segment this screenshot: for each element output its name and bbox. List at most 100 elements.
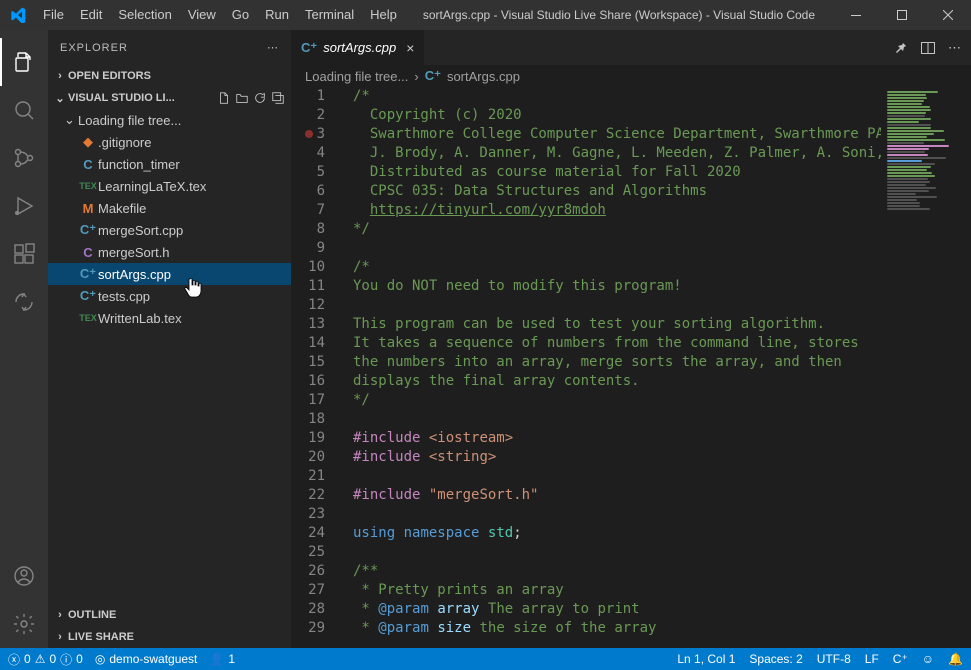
editor-area: C⁺ sortArgs.cpp × ⋯ Loading file tree...… (291, 30, 971, 648)
settings-icon[interactable] (0, 600, 48, 648)
file-sortargs-cpp[interactable]: C⁺sortArgs.cpp (48, 263, 291, 285)
breadcrumb-root[interactable]: Loading file tree... (305, 69, 408, 84)
chevron-down-icon: ⌄ (52, 92, 68, 105)
window-title: sortArgs.cpp - Visual Studio Live Share … (405, 8, 833, 22)
tex-file-icon: TEX (78, 181, 98, 191)
cursor-position[interactable]: Ln 1, Col 1 (677, 652, 735, 666)
explorer-icon[interactable] (0, 38, 48, 86)
warning-icon: ⚠ (35, 652, 46, 666)
tab-sortargs[interactable]: C⁺ sortArgs.cpp × (291, 30, 425, 65)
cpp-file-icon: C⁺ (301, 40, 317, 56)
cpp-file-icon: C⁺ (78, 288, 98, 304)
file-label: mergeSort.h (98, 245, 170, 260)
broadcast-icon: ◎ (95, 652, 105, 666)
error-icon: ⓧ (8, 651, 20, 668)
window-controls (833, 0, 971, 30)
problems-status[interactable]: ⓧ0 ⚠0 ⓘ0 (8, 651, 83, 668)
c-file-icon: C (78, 157, 98, 172)
minimap[interactable] (881, 87, 971, 648)
close-tab-icon[interactable]: × (406, 40, 414, 56)
menu-terminal[interactable]: Terminal (297, 0, 362, 30)
status-bar: ⓧ0 ⚠0 ⓘ0 ◎ demo-swatguest 👤 1 Ln 1, Col … (0, 648, 971, 670)
menu-help[interactable]: Help (362, 0, 405, 30)
file-label: .gitignore (98, 135, 151, 150)
open-editors-section[interactable]: › OPEN EDITORS (48, 65, 291, 87)
menu-run[interactable]: Run (257, 0, 297, 30)
menu-view[interactable]: View (180, 0, 224, 30)
cpp-file-icon: C⁺ (78, 266, 98, 282)
source-control-icon[interactable] (0, 134, 48, 182)
menu-selection[interactable]: Selection (110, 0, 179, 30)
main-area: EXPLORER ⋯ › OPEN EDITORS ⌄ VISUAL STUDI… (0, 30, 971, 648)
file-label: tests.cpp (98, 289, 150, 304)
participants-status[interactable]: 👤 1 (209, 652, 235, 666)
file-label: Makefile (98, 201, 146, 216)
encoding-status[interactable]: UTF-8 (817, 652, 851, 666)
ch-file-icon: C (78, 245, 98, 260)
explorer-header: EXPLORER ⋯ (48, 30, 291, 65)
file-writtenlab-tex[interactable]: TEXWrittenLab.tex (48, 307, 291, 329)
line-gutter[interactable]: 1234567891011121314151617181920212223242… (291, 87, 339, 648)
run-debug-icon[interactable] (0, 182, 48, 230)
new-folder-icon[interactable] (235, 91, 249, 105)
live-share-section[interactable]: › LIVE SHARE (48, 626, 291, 648)
m-file-icon: M (78, 201, 98, 216)
breadcrumb[interactable]: Loading file tree... › C⁺ sortArgs.cpp (291, 65, 971, 87)
live-share-label: LIVE SHARE (68, 631, 134, 643)
vscode-logo (0, 7, 35, 23)
file-label: function_timer (98, 157, 180, 172)
file-tests-cpp[interactable]: C⁺tests.cpp (48, 285, 291, 307)
menu-edit[interactable]: Edit (72, 0, 110, 30)
file-label: WrittenLab.tex (98, 311, 182, 326)
breadcrumb-file[interactable]: sortArgs.cpp (447, 69, 520, 84)
file-makefile[interactable]: MMakefile (48, 197, 291, 219)
activity-bar (0, 30, 48, 648)
search-icon[interactable] (0, 86, 48, 134)
file--gitignore[interactable]: ◆.gitignore (48, 131, 291, 153)
new-file-icon[interactable] (217, 91, 231, 105)
minimize-button[interactable] (833, 0, 879, 30)
collapse-icon[interactable] (271, 91, 285, 105)
pin-icon[interactable] (892, 40, 908, 56)
extensions-icon[interactable] (0, 230, 48, 278)
file-label: mergeSort.cpp (98, 223, 183, 238)
explorer-title: EXPLORER (60, 42, 128, 54)
refresh-icon[interactable] (253, 91, 267, 105)
live-share-icon[interactable] (0, 278, 48, 326)
chevron-right-icon: › (414, 69, 418, 84)
chevron-right-icon: › (52, 631, 68, 643)
menu-file[interactable]: File (35, 0, 72, 30)
accounts-icon[interactable] (0, 552, 48, 600)
git-file-icon: ◆ (78, 134, 98, 150)
workspace-section[interactable]: ⌄ VISUAL STUDIO LI... (48, 87, 291, 109)
indentation-status[interactable]: Spaces: 2 (749, 652, 802, 666)
file-label: LearningLaTeX.tex (98, 179, 206, 194)
cpp-file-icon: C⁺ (425, 68, 441, 84)
live-share-status[interactable]: ◎ demo-swatguest (95, 652, 198, 666)
person-icon: 👤 (209, 652, 224, 666)
split-editor-icon[interactable] (920, 40, 936, 56)
file-learninglatex-tex[interactable]: TEXLearningLaTeX.tex (48, 175, 291, 197)
more-icon[interactable]: ⋯ (267, 41, 279, 54)
notifications-icon[interactable]: 🔔 (948, 652, 963, 666)
chevron-down-icon: ⌄ (64, 112, 78, 128)
chevron-right-icon: › (52, 609, 68, 621)
editor-body[interactable]: 1234567891011121314151617181920212223242… (291, 87, 971, 648)
explorer-sidebar: EXPLORER ⋯ › OPEN EDITORS ⌄ VISUAL STUDI… (48, 30, 291, 648)
tab-label: sortArgs.cpp (323, 40, 396, 55)
feedback-icon[interactable]: ☺ (922, 652, 934, 666)
language-status[interactable]: C⁺ (893, 652, 908, 666)
file-function_timer[interactable]: Cfunction_timer (48, 153, 291, 175)
eol-status[interactable]: LF (865, 652, 879, 666)
outline-section[interactable]: › OUTLINE (48, 604, 291, 626)
file-mergesort-cpp[interactable]: C⁺mergeSort.cpp (48, 219, 291, 241)
file-mergesort-h[interactable]: CmergeSort.h (48, 241, 291, 263)
menu-go[interactable]: Go (224, 0, 257, 30)
maximize-button[interactable] (879, 0, 925, 30)
close-button[interactable] (925, 0, 971, 30)
more-actions-icon[interactable]: ⋯ (948, 40, 961, 56)
code-content[interactable]: /* Copyright (c) 2020 Swarthmore College… (339, 87, 881, 648)
folder-row[interactable]: ⌄ Loading file tree... (48, 109, 291, 131)
outline-label: OUTLINE (68, 609, 116, 621)
folder-label: Loading file tree... (78, 113, 181, 128)
